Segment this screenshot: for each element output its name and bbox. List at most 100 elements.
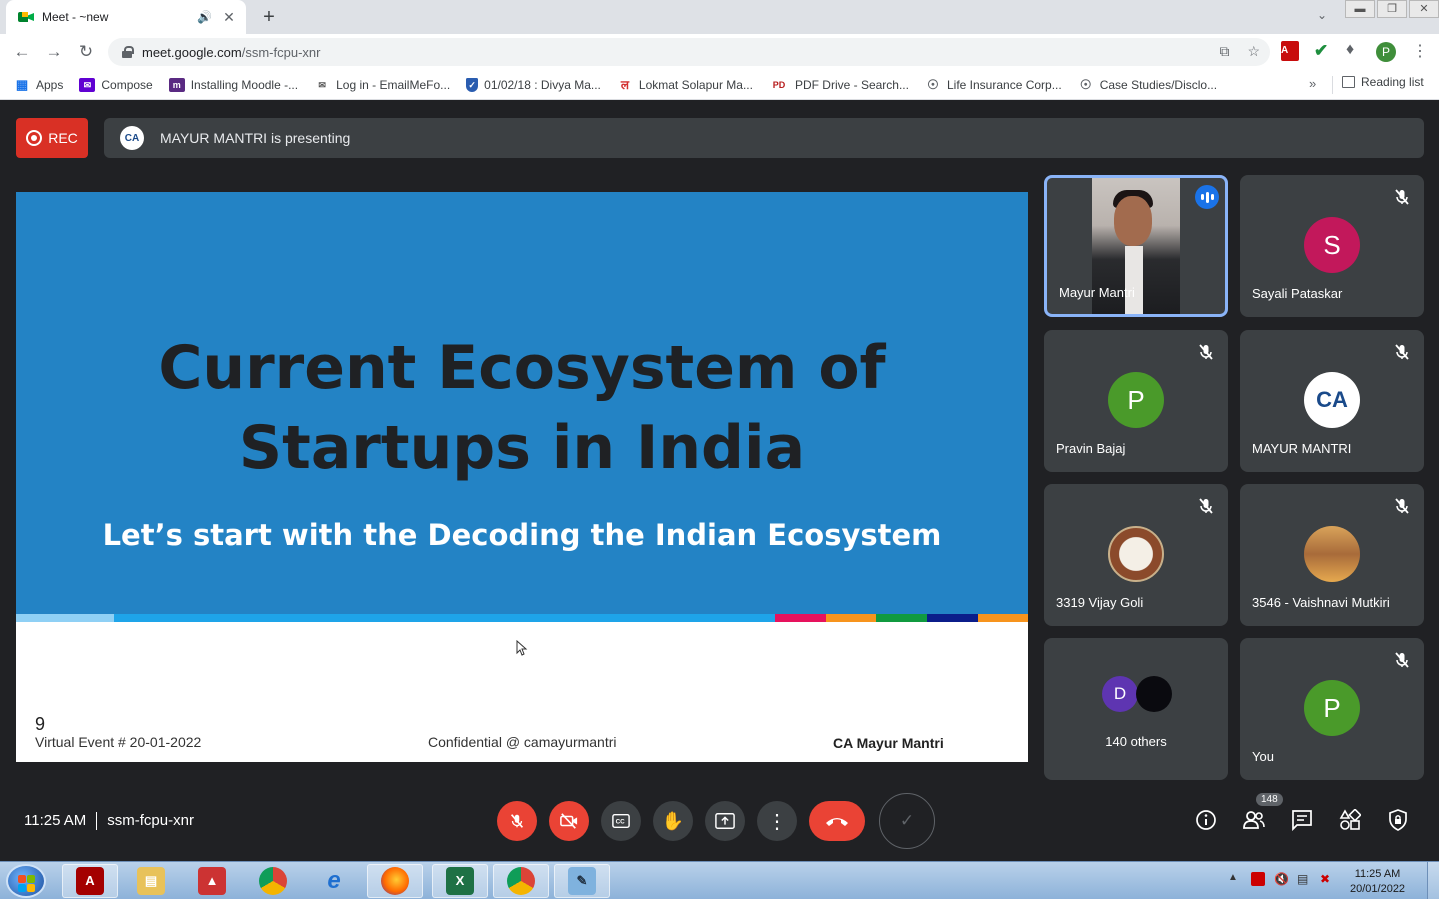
more-options-button[interactable]: ⋮ [757, 801, 797, 841]
participant-name: 3546 - Vaishnavi Mutkiri [1252, 595, 1390, 610]
network-icon[interactable]: ▤ [1297, 872, 1311, 886]
notepad-icon: ✎ [568, 867, 596, 895]
security-alert-icon[interactable]: ✖ [1320, 872, 1334, 886]
bookmark-emailmeform[interactable]: ✉ Log in - EmailMeFo... [314, 78, 450, 92]
profile-avatar[interactable]: P [1376, 42, 1396, 62]
more-bookmarks-icon[interactable]: » [1309, 76, 1316, 91]
slide-footer-left: Virtual Event # 20-01-2022 [35, 734, 202, 750]
participant-tile-mayur-mantri[interactable]: Mayur Mantri [1044, 175, 1228, 317]
bookmark-compose[interactable]: ✉ Compose [79, 77, 153, 92]
participant-tile-others[interactable]: D 140 others [1044, 638, 1228, 780]
companion-check-button[interactable]: ✓ [879, 793, 935, 849]
system-time: 11:25 AM [1354, 868, 1401, 880]
firefox-icon [381, 867, 409, 895]
taskbar-ie[interactable]: e [306, 864, 362, 898]
speaking-indicator-icon [1195, 185, 1219, 209]
share-icon[interactable]: ⧉ [1219, 43, 1229, 60]
bookmark-moodle[interactable]: m Installing Moodle -... [168, 77, 298, 92]
shield-icon: ✓ [466, 77, 479, 92]
close-window-button[interactable]: ✕ [1409, 0, 1439, 18]
system-clock[interactable]: 11:25 AM 20/01/2022 [1350, 867, 1405, 897]
participant-tile-you[interactable]: P You [1240, 638, 1424, 780]
participant-tile-sayali[interactable]: S Sayali Pataskar [1240, 175, 1424, 317]
bookmark-star-icon[interactable]: ☆ [1247, 43, 1260, 60]
browser-tab-meet[interactable]: Meet - ~new 🔊 ✕ [6, 0, 246, 34]
reading-list-icon [1342, 76, 1355, 88]
tray-app-icon[interactable] [1251, 872, 1265, 886]
leave-call-button[interactable] [809, 801, 865, 841]
mic-off-icon [1199, 344, 1213, 360]
participant-name: MAYUR MANTRI [1252, 441, 1352, 456]
taskbar-explorer[interactable]: ▤ [123, 864, 179, 898]
participant-tile-vijay-goli[interactable]: 3319 Vijay Goli [1044, 484, 1228, 626]
chrome-icon [259, 867, 287, 895]
tray-expand-icon[interactable]: ▲ [1228, 872, 1242, 886]
bookmark-divya[interactable]: ✓ 01/02/18 : Divya Ma... [466, 77, 601, 92]
show-desktop-button[interactable] [1427, 862, 1439, 899]
record-icon [26, 130, 43, 146]
chrome-menu-icon[interactable]: ⋮ [1412, 41, 1428, 61]
tab-audio-icon[interactable]: 🔊 [197, 10, 212, 24]
taskbar-chrome[interactable] [245, 864, 301, 898]
mic-off-icon [1395, 189, 1409, 205]
folder-icon: ▤ [137, 867, 165, 895]
acrobat-pro-icon: ▲ [198, 867, 226, 895]
acrobat-icon: A [76, 867, 104, 895]
back-icon[interactable]: ← [6, 42, 38, 62]
recording-indicator[interactable]: REC [16, 118, 88, 158]
taskbar-notepad[interactable]: ✎ [554, 864, 610, 898]
presenter-bar[interactable]: CA MAYUR MANTRI is presenting [104, 118, 1424, 158]
taskbar-acrobat[interactable]: A [62, 864, 118, 898]
hand-icon: ✋ [661, 810, 685, 831]
volume-muted-icon[interactable]: 🔇 [1274, 872, 1289, 886]
url-text: meet.google.com/ssm-fcpu-xnr [142, 44, 321, 60]
taskbar-chrome-active[interactable] [493, 864, 549, 898]
moodle-icon: m [168, 77, 185, 92]
camera-toggle-button[interactable] [549, 801, 589, 841]
reload-icon[interactable]: ↻ [70, 42, 102, 62]
stripe-pink [775, 614, 826, 622]
raise-hand-button[interactable]: ✋ [653, 801, 693, 841]
bookmark-case-studies[interactable]: ☉ Case Studies/Disclo... [1078, 77, 1217, 92]
host-controls-icon[interactable] [1387, 809, 1409, 836]
forward-icon[interactable]: → [38, 42, 70, 62]
captions-icon: CC [612, 813, 630, 829]
reading-list-button[interactable]: Reading list [1342, 75, 1424, 89]
taskbar-acrobat-pro[interactable]: ▲ [184, 864, 240, 898]
taskbar-firefox[interactable] [367, 864, 423, 898]
participant-tile-mayur-mantri-ca[interactable]: CA MAYUR MANTRI [1240, 330, 1424, 472]
captions-button[interactable]: CC [601, 801, 641, 841]
meeting-details-icon[interactable] [1195, 809, 1217, 836]
lock-icon[interactable] [122, 46, 134, 58]
minimize-button[interactable]: ▬ [1345, 0, 1375, 18]
participant-tile-pravin[interactable]: P Pravin Bajaj [1044, 330, 1228, 472]
chat-icon[interactable] [1291, 809, 1313, 836]
participants-count-badge: 148 [1256, 793, 1283, 806]
participant-tile-vaishnavi[interactable]: 3546 - Vaishnavi Mutkiri [1240, 484, 1424, 626]
people-icon[interactable] [1242, 809, 1266, 836]
stripe-navy [927, 614, 978, 622]
meeting-info: 11:25 AM ssm-fcpu-xnr [24, 812, 194, 831]
taskbar-excel[interactable]: X [432, 864, 488, 898]
acrobat-extension-icon[interactable]: A [1281, 41, 1299, 61]
tab-search-icon[interactable]: ⌄ [1317, 8, 1327, 22]
bookmark-apps[interactable]: ▦ Apps [14, 77, 64, 92]
extensions-puzzle-icon[interactable]: ♦ [1346, 41, 1354, 59]
google-meet-icon [18, 10, 34, 24]
tab-close-icon[interactable]: ✕ [220, 9, 238, 26]
mic-toggle-button[interactable] [497, 801, 537, 841]
address-bar[interactable]: meet.google.com/ssm-fcpu-xnr ⧉ ☆ [108, 38, 1270, 66]
new-tab-button[interactable]: + [256, 5, 282, 29]
bookmark-pdfdrive[interactable]: PD PDF Drive - Search... [769, 78, 909, 92]
restore-button[interactable]: ❐ [1377, 0, 1407, 18]
present-button[interactable] [705, 801, 745, 841]
activities-icon[interactable] [1339, 808, 1362, 836]
check-extension-icon[interactable]: ✔ [1314, 41, 1328, 61]
slide-title: Current Ecosystem of Startups in India [16, 328, 1028, 488]
windows-start-button[interactable] [6, 864, 46, 898]
participant-avatar: S [1304, 217, 1360, 273]
participant-avatar: P [1108, 372, 1164, 428]
bookmark-lokmat[interactable]: ल Lokmat Solapur Ma... [617, 78, 753, 92]
bookmark-lic[interactable]: ☉ Life Insurance Corp... [925, 77, 1062, 92]
participant-avatar [1136, 676, 1172, 712]
